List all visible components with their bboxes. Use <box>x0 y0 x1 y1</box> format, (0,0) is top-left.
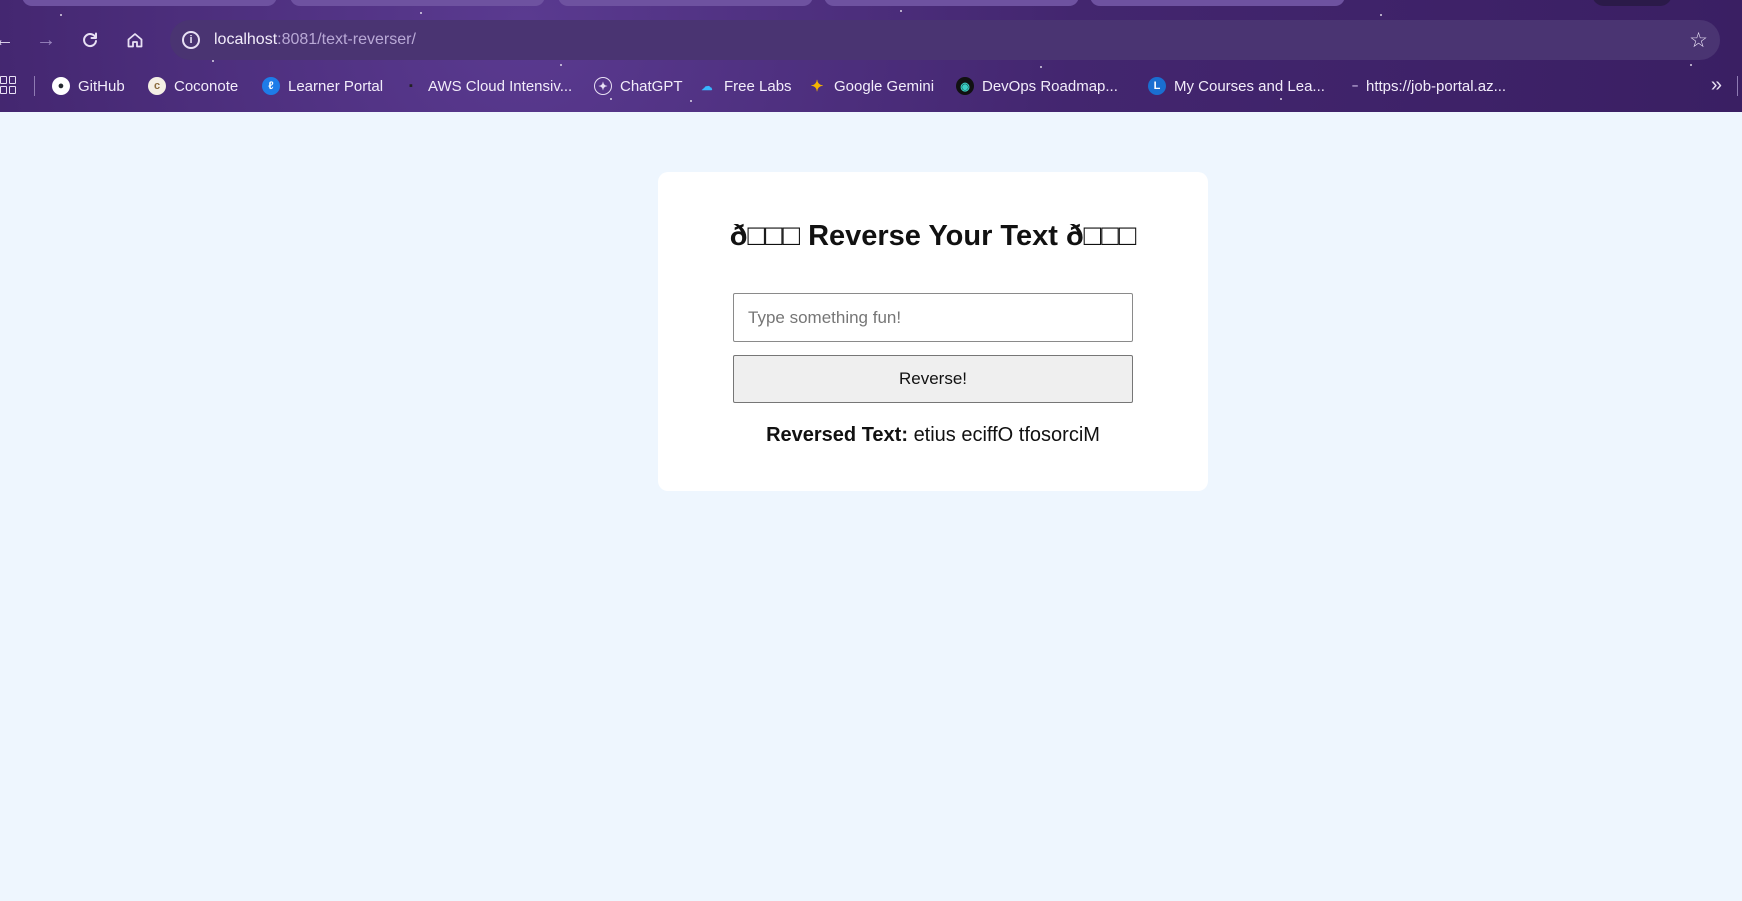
url-host: localhost <box>214 31 278 48</box>
tab[interactable] <box>290 0 545 6</box>
bookmark-label: AWS Cloud Intensiv... <box>428 77 573 95</box>
free-labs-icon: ☁ <box>701 80 713 93</box>
bookmark-devops-roadmap[interactable]: ◉ DevOps Roadmap... <box>956 75 1118 97</box>
link-icon: – <box>1351 80 1359 92</box>
reverse-button[interactable]: Reverse! <box>733 355 1133 403</box>
result-value: etius eciffO tfosorciM <box>913 424 1100 446</box>
bookmark-label: ChatGPT <box>620 77 683 95</box>
forward-icon[interactable]: → <box>32 26 60 54</box>
aws-icon: ▪ <box>409 80 413 92</box>
bookmark-free-labs[interactable]: ☁ Free Labs <box>698 75 792 97</box>
home-icon[interactable] <box>121 26 149 54</box>
bookmark-label: Learner Portal <box>288 77 384 95</box>
bookmark-label: Google Gemini <box>834 77 935 95</box>
coconote-icon: c <box>148 77 166 95</box>
bookmark-my-courses[interactable]: L My Courses and Lea... <box>1148 75 1325 97</box>
bookmark-label: Free Labs <box>724 77 792 95</box>
devops-icon: ◉ <box>956 77 974 95</box>
result-text: Reversed Text: etius eciffO tfosorciM <box>658 424 1208 447</box>
bookmark-aws[interactable]: ▪ AWS Cloud Intensiv... <box>402 75 572 97</box>
divider <box>34 76 35 96</box>
browser-chrome: ← → i localhost:8081/text-reverser/ ☆ ● … <box>0 0 1742 112</box>
more-bookmarks-icon[interactable]: » <box>1711 74 1722 97</box>
bookmark-label: DevOps Roadmap... <box>982 77 1118 95</box>
address-bar[interactable]: i localhost:8081/text-reverser/ ☆ <box>170 20 1720 60</box>
apps-grid-icon[interactable] <box>0 76 16 94</box>
bookmark-star-icon[interactable]: ☆ <box>1689 28 1708 53</box>
bookmark-learner-portal[interactable]: ℓ Learner Portal <box>262 75 383 97</box>
site-info-icon[interactable]: i <box>182 31 200 49</box>
bookmark-label: Coconote <box>174 77 239 95</box>
page-title: ð□□□ Reverse Your Text ð□□□ <box>729 220 1137 252</box>
divider <box>1737 76 1738 96</box>
bookmark-label: My Courses and Lea... <box>1174 77 1325 95</box>
bookmark-coconote[interactable]: c Coconote <box>148 75 238 97</box>
bookmark-label: GitHub <box>78 77 125 95</box>
back-icon[interactable]: ← <box>0 26 18 54</box>
tab[interactable] <box>824 0 1079 6</box>
result-label: Reversed Text: <box>766 424 908 446</box>
text-input[interactable] <box>733 293 1133 342</box>
bookmark-chatgpt[interactable]: ✦ ChatGPT <box>594 75 683 97</box>
github-icon: ● <box>52 77 70 95</box>
courses-icon: L <box>1148 77 1166 95</box>
tab[interactable] <box>22 0 277 6</box>
learner-portal-icon: ℓ <box>262 77 280 95</box>
profile-button[interactable] <box>1592 0 1672 6</box>
bookmark-github[interactable]: ● GitHub <box>52 75 125 97</box>
reverser-card: ð□□□ Reverse Your Text ð□□□ Reverse! Rev… <box>658 172 1208 491</box>
gemini-icon: ✦ <box>810 78 824 95</box>
chatgpt-icon: ✦ <box>594 77 612 95</box>
bookmark-google-gemini[interactable]: ✦ Google Gemini <box>808 75 934 97</box>
url-path: :8081/text-reverser/ <box>277 31 416 48</box>
url-text[interactable]: localhost:8081/text-reverser/ <box>214 31 416 49</box>
bookmark-label: https://job-portal.az... <box>1366 77 1507 95</box>
bookmark-job-portal[interactable]: – https://job-portal.az... <box>1350 75 1506 97</box>
reload-icon[interactable] <box>76 26 104 54</box>
tab[interactable] <box>558 0 813 6</box>
tab[interactable] <box>1090 0 1345 6</box>
